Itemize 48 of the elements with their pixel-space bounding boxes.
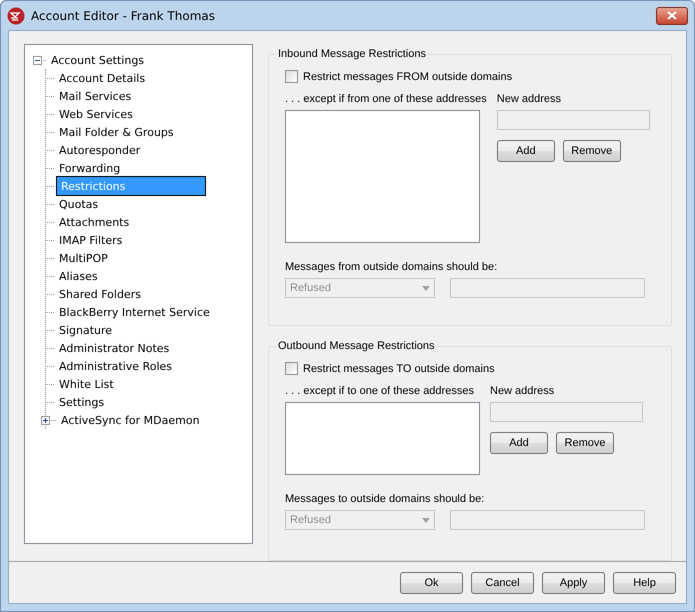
- tree-item[interactable]: ActiveSync for MDaemon: [58, 412, 203, 428]
- collapse-icon[interactable]: [33, 56, 42, 64]
- tree-item[interactable]: Shared Folders: [56, 286, 144, 302]
- tree-item[interactable]: Aliases: [56, 268, 101, 284]
- ok-button[interactable]: Ok: [400, 572, 463, 594]
- tree-item[interactable]: MultiPOP: [56, 250, 111, 266]
- tree-item[interactable]: Autoresponder: [56, 142, 144, 158]
- add-button[interactable]: Add: [496, 140, 555, 162]
- address-list[interactable]: [285, 402, 480, 475]
- tree-item[interactable]: Settings: [56, 394, 108, 410]
- field-label: New address: [490, 385, 556, 397]
- app-icon: [7, 6, 25, 24]
- tree-item[interactable]: White List: [56, 376, 117, 392]
- help-button[interactable]: Help: [613, 572, 676, 594]
- add-button[interactable]: Add: [490, 432, 548, 454]
- cancel-button[interactable]: Cancel: [471, 572, 534, 594]
- tree-item[interactable]: Administrative Roles: [56, 358, 175, 374]
- close-button[interactable]: [656, 6, 688, 24]
- tree-item[interactable]: Account Details: [56, 70, 148, 86]
- tree-item[interactable]: Attachments: [56, 214, 132, 230]
- tree-item[interactable]: Mail Folder & Groups: [56, 124, 177, 140]
- action-label: Messages from outside domains should be:: [285, 261, 498, 273]
- list-label: . . . except if to one of these addresses: [285, 385, 475, 397]
- tree-item[interactable]: Quotas: [56, 196, 102, 212]
- group-title: Inbound Message Restrictions: [277, 48, 427, 60]
- tree-item[interactable]: Signature: [56, 322, 116, 338]
- window-title: Account Editor - Frank Thomas: [31, 8, 215, 22]
- remove-button[interactable]: Remove: [562, 140, 621, 162]
- tree-item[interactable]: IMAP Filters: [56, 232, 126, 248]
- checkbox-label[interactable]: Restrict messages TO outside domains: [303, 362, 495, 374]
- close-icon: [667, 11, 677, 20]
- tree-item[interactable]: BlackBerry Internet Service: [56, 304, 213, 320]
- field-label: New address: [496, 93, 562, 105]
- remove-button[interactable]: Remove: [556, 432, 614, 454]
- list-label: . . . except if from one of these addresses: [285, 93, 487, 105]
- checkbox-label[interactable]: Restrict messages FROM outside domains: [303, 70, 512, 82]
- tree-item[interactable]: Forwarding: [56, 160, 124, 176]
- tree-item[interactable]: Mail Services: [56, 88, 134, 104]
- address-list[interactable]: [285, 110, 480, 243]
- apply-button[interactable]: Apply: [542, 572, 605, 594]
- checkbox[interactable]: [285, 70, 298, 83]
- tree-item[interactable]: Administrator Notes: [56, 340, 172, 356]
- group-title: Outbound Message Restrictions: [277, 340, 436, 352]
- tree-item[interactable]: Web Services: [56, 106, 136, 122]
- tree-item[interactable]: Account Settings: [48, 52, 148, 68]
- expand-icon[interactable]: [41, 416, 50, 424]
- action-label: Messages to outside domains should be:: [285, 493, 486, 505]
- checkbox[interactable]: [285, 362, 298, 375]
